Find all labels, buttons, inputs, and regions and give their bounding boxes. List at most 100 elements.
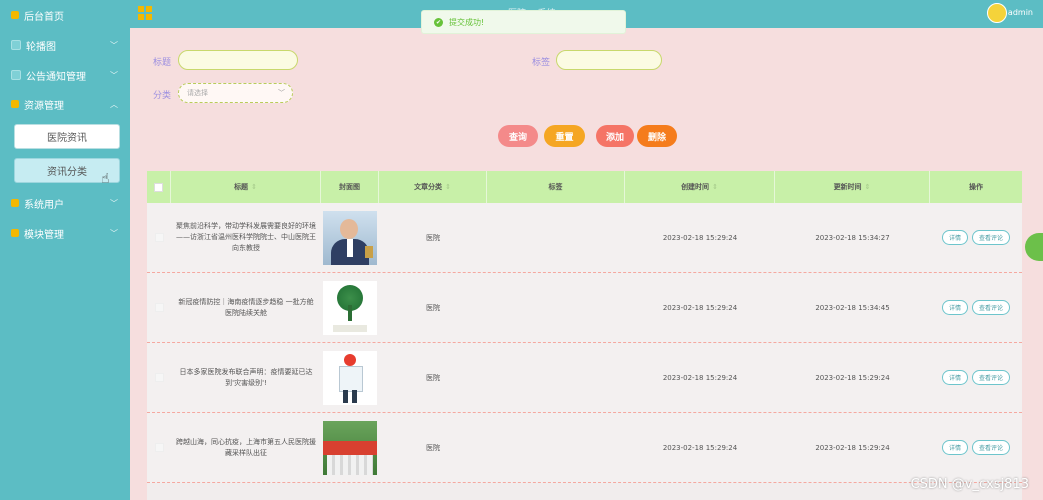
view-comments-button[interactable]: 查看评论 [972, 370, 1011, 385]
resource-icon [11, 100, 19, 108]
table-row: 聚焦前沿科学，带动学科发展需要良好的环境——访浙江省温州医科学院院士、中山医院王… [147, 203, 1022, 273]
sort-icon: ⇕ [864, 183, 871, 191]
row-title: 日本多家医院发布联合声明：疫情要延已达到'灾害级别'! [179, 367, 313, 387]
chevron-down-icon: ﹀ [110, 71, 118, 80]
table-header: 标题 ⇕ 封面图 文章分类 ⇕ 标签 创建时间 ⇕ 更新时间 ⇕ 操作 [147, 171, 1022, 203]
home-icon [11, 11, 19, 19]
row-created: 2023-02-18 15:29:24 [662, 303, 738, 312]
sort-icon: ⇕ [712, 183, 718, 191]
success-toast: ✔ 提交成功! [421, 10, 626, 34]
select-all-checkbox[interactable] [147, 171, 171, 203]
column-header-created[interactable]: 创建时间 ⇕ [625, 171, 775, 203]
sidebar: 后台首页 轮播图 ﹀ 公告通知管理 ﹀ 资源管理 ︿ 医院资讯 资讯分类 ☝ 系… [0, 0, 130, 500]
detail-button[interactable]: 详情 [941, 230, 968, 245]
reset-button-label: 重置 [555, 132, 574, 143]
chevron-down-icon: ﹀ [278, 89, 285, 97]
view-comments-button[interactable]: 查看评论 [972, 300, 1011, 315]
sidebar-subitem-label: 资讯分类 [47, 167, 87, 178]
sidebar-item-carousel[interactable]: 轮播图 ﹀ [0, 30, 130, 60]
chevron-up-icon: ︿ [110, 100, 118, 109]
avatar[interactable] [987, 3, 1007, 23]
row-checkbox[interactable] [147, 413, 171, 482]
table-row: 日本多家医院发布联合声明：疫情要延已达到'灾害级别'! 医院 2023-02-1… [147, 343, 1022, 413]
row-category: 医院 [426, 233, 440, 242]
category-label: 分类 [153, 91, 172, 101]
row-checkbox[interactable] [147, 343, 171, 412]
news-table: 标题 ⇕ 封面图 文章分类 ⇕ 标签 创建时间 ⇕ 更新时间 ⇕ 操作 聚焦前沿科学，带… [147, 171, 1022, 500]
chat-bubble-icon[interactable] [1025, 233, 1043, 261]
row-updated: 2023-02-18 15:34:45 [815, 303, 890, 312]
user-icon [11, 199, 19, 207]
logo-icon [138, 6, 152, 20]
row-cover [321, 203, 379, 272]
row-checkbox[interactable] [147, 203, 171, 272]
detail-button[interactable]: 详情 [941, 370, 968, 385]
row-cover [321, 413, 379, 482]
category-select-placeholder: 请选择 [187, 89, 208, 97]
row-tag [487, 273, 625, 342]
check-circle-icon: ✔ [434, 17, 443, 27]
sidebar-item-resource[interactable]: 资源管理 ︿ [0, 89, 130, 119]
column-header-title[interactable]: 标题 ⇕ [171, 171, 321, 203]
row-actions: 详情 查看评论 [930, 413, 1022, 482]
row-actions: 详情 查看评论 [930, 203, 1022, 272]
sidebar-item-notice[interactable]: 公告通知管理 ﹀ [0, 60, 130, 90]
row-title: 新冠疫情防控｜海南疫情逐步趋稳 一批方舱医院陆续关舱 [178, 297, 314, 317]
sidebar-item-system-user[interactable]: 系统用户 ﹀ [0, 188, 130, 218]
watermark: CSDN @v_cxsj813 [910, 477, 1029, 492]
column-header-category[interactable]: 文章分类 ⇕ [379, 171, 487, 203]
sidebar-item-label: 模块管理 [24, 229, 64, 241]
reset-button[interactable]: 重置 [544, 125, 585, 147]
sidebar-subitem-hospital-news[interactable]: 医院资讯 [14, 124, 120, 149]
sort-icon: ⇕ [251, 183, 257, 191]
view-comments-button[interactable]: 查看评论 [972, 230, 1011, 245]
row-created: 2023-02-18 15:29:24 [662, 373, 738, 382]
sidebar-item-module[interactable]: 模块管理 ﹀ [0, 218, 130, 248]
row-created: 2023-02-18 15:29:24 [662, 233, 738, 242]
chevron-down-icon: ﹀ [110, 199, 118, 208]
chevron-down-icon: ﹀ [110, 41, 118, 50]
table-row: 跨越山海，同心抗疫，上海市第五人民医院援藏采样队出征 医院 2023-02-18… [147, 413, 1022, 483]
toast-message: 提交成功! [449, 17, 485, 27]
query-button[interactable]: 查询 [498, 125, 538, 147]
add-button[interactable]: 添加 [596, 125, 634, 147]
row-category: 医院 [426, 303, 440, 312]
add-button-label: 添加 [605, 132, 624, 143]
row-updated: 2023-02-18 15:34:27 [815, 233, 890, 242]
admin-username[interactable]: admin [1008, 8, 1033, 17]
row-tag [487, 413, 625, 482]
tag-input[interactable] [556, 50, 662, 70]
cover-image [323, 420, 377, 475]
row-category: 医院 [426, 443, 440, 452]
column-header-updated[interactable]: 更新时间 ⇕ [775, 171, 930, 203]
sidebar-subitem-label: 医院资讯 [47, 133, 87, 144]
cover-image [323, 280, 377, 335]
row-title: 跨越山海，同心抗疫，上海市第五人民医院援藏采样队出征 [176, 437, 316, 457]
sidebar-item-label: 资源管理 [24, 100, 64, 112]
column-header-actions: 操作 [969, 183, 983, 191]
sidebar-item-label: 系统用户 [24, 199, 64, 211]
chevron-down-icon: ﹀ [110, 229, 118, 238]
category-select[interactable]: 请选择 ﹀ [178, 83, 293, 103]
row-updated: 2023-02-18 15:29:24 [815, 443, 890, 452]
row-checkbox[interactable] [147, 273, 171, 342]
row-actions: 详情 查看评论 [930, 273, 1022, 342]
title-label: 标题 [153, 58, 172, 68]
detail-button[interactable]: 详情 [941, 440, 968, 455]
delete-button[interactable]: 删除 [637, 125, 677, 147]
hand-cursor-icon: ☝ [101, 171, 110, 187]
tag-label: 标签 [532, 58, 551, 68]
row-actions: 详情 查看评论 [930, 343, 1022, 412]
sidebar-item-home[interactable]: 后台首页 [0, 0, 130, 30]
sidebar-item-label: 后台首页 [24, 11, 64, 23]
detail-button[interactable]: 详情 [941, 300, 968, 315]
row-tag [487, 203, 625, 272]
column-header-tag: 标签 [487, 171, 625, 203]
column-header-cover: 封面图 [321, 171, 379, 203]
row-cover [321, 343, 379, 412]
module-icon [11, 229, 19, 237]
title-input[interactable] [178, 50, 298, 70]
sidebar-item-label: 轮播图 [26, 41, 56, 53]
row-category: 医院 [426, 373, 440, 382]
view-comments-button[interactable]: 查看评论 [972, 440, 1011, 455]
